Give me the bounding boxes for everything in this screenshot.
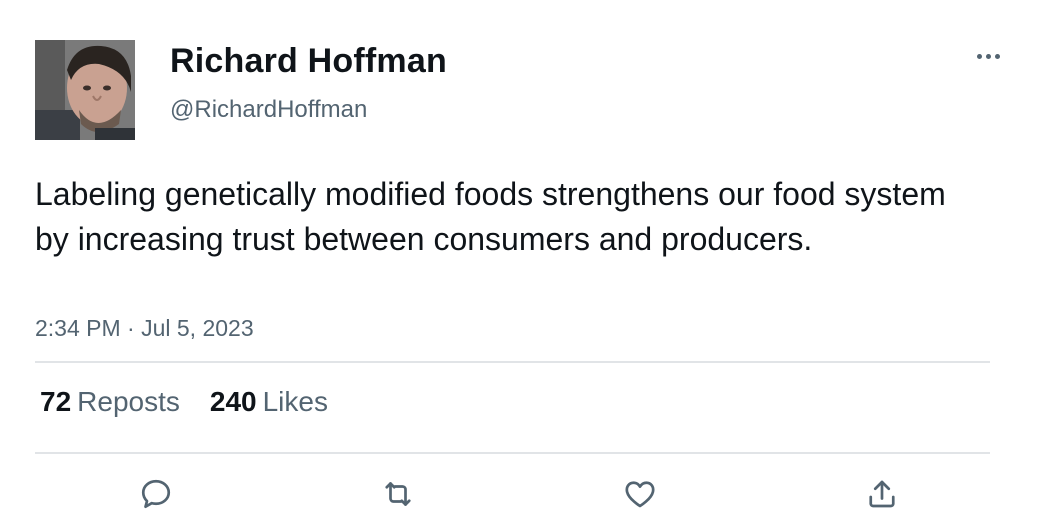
like-button[interactable] [618, 472, 662, 516]
likes-label: Likes [262, 386, 328, 417]
author-display-name[interactable]: Richard Hoffman [170, 42, 447, 81]
heart-icon [625, 481, 655, 508]
reply-icon [141, 479, 171, 509]
divider [35, 361, 990, 363]
tweet-timestamp[interactable]: 2:34 PM · Jul 5, 2023 [35, 315, 254, 342]
tweet-text: Labeling genetically modified foods stre… [35, 176, 946, 257]
avatar[interactable] [35, 40, 135, 140]
share-icon [869, 480, 895, 508]
more-horizontal-icon [976, 53, 1000, 59]
repost-button[interactable] [376, 472, 420, 516]
more-options-button[interactable] [966, 40, 1010, 72]
repost-icon [385, 482, 411, 506]
reposts-stat[interactable]: 72 Reposts [40, 386, 180, 418]
likes-stat[interactable]: 240 Likes [210, 386, 328, 418]
tweet-card: Richard Hoffman @RichardHoffman Labeling… [0, 0, 1050, 525]
action-bar [0, 472, 1050, 520]
author-handle[interactable]: @RichardHoffman [170, 96, 367, 124]
reply-button[interactable] [134, 472, 178, 516]
engagement-stats: 72 Reposts 240 Likes [40, 386, 328, 418]
avatar-photo [35, 40, 135, 140]
share-button[interactable] [860, 472, 904, 516]
reposts-label: Reposts [77, 386, 180, 417]
divider [35, 452, 990, 454]
reposts-count: 72 [40, 386, 72, 417]
likes-count: 240 [209, 386, 257, 417]
